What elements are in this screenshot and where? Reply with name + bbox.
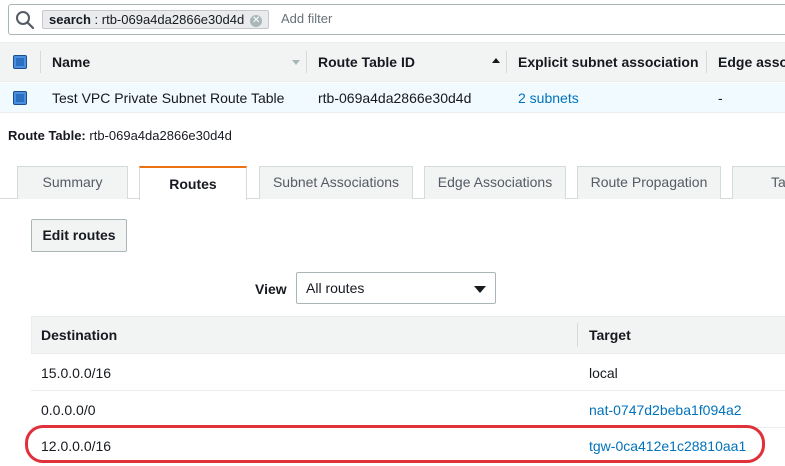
column-divider[interactable] xyxy=(706,51,707,73)
routes-table-header xyxy=(31,316,785,354)
row-edge: - xyxy=(718,90,723,106)
tab-subnet-associations[interactable]: Subnet Associations xyxy=(259,166,413,199)
column-divider[interactable] xyxy=(40,51,41,73)
search-filter-token[interactable]: search : rtb-069a4da2866e30d4d ✕ xyxy=(42,10,270,29)
column-header-explicit-subnet[interactable]: Explicit subnet association xyxy=(518,42,698,82)
column-header-target: Target xyxy=(589,327,631,343)
chevron-down-icon[interactable] xyxy=(474,286,486,293)
view-select[interactable]: All routes xyxy=(296,272,496,304)
column-divider[interactable] xyxy=(306,51,307,73)
column-header-name[interactable]: Name xyxy=(52,42,282,82)
add-filter-input[interactable]: Add filter xyxy=(281,11,332,26)
edit-routes-button[interactable]: Edit routes xyxy=(31,219,127,252)
row-route-table-id: rtb-069a4da2866e30d4d xyxy=(318,90,472,106)
route-destination: 0.0.0.0/0 xyxy=(41,402,96,418)
route-table-heading: Route Table: rtb-069a4da2866e30d4d xyxy=(8,128,232,143)
row-name: Test VPC Private Subnet Route Table xyxy=(52,90,285,106)
sort-ascending-icon[interactable] xyxy=(492,58,500,63)
table-row xyxy=(31,355,785,391)
tab-routes[interactable]: Routes xyxy=(139,166,247,200)
column-header-route-table-id[interactable]: Route Table ID xyxy=(318,42,488,82)
remove-token-icon[interactable]: ✕ xyxy=(250,14,263,27)
route-destination: 15.0.0.0/16 xyxy=(41,365,112,381)
highlight-annotation xyxy=(25,425,765,463)
row-checkbox[interactable] xyxy=(13,91,27,105)
tab-route-propagation[interactable]: Route Propagation xyxy=(577,166,721,199)
token-key: search xyxy=(49,12,91,27)
view-label: View xyxy=(255,281,287,297)
tab-summary[interactable]: Summary xyxy=(17,166,128,199)
column-divider[interactable] xyxy=(506,51,507,73)
row-subnets-link[interactable]: 2 subnets xyxy=(518,83,579,113)
column-divider[interactable] xyxy=(577,323,578,347)
token-value: rtb-069a4da2866e30d4d xyxy=(101,12,245,27)
column-header-destination: Destination xyxy=(41,327,118,343)
route-target-link[interactable]: nat-0747d2beba1f094a2 xyxy=(589,392,742,428)
route-target: local xyxy=(589,365,618,381)
tab-tags[interactable]: Ta xyxy=(732,166,785,199)
select-all-checkbox[interactable] xyxy=(13,55,27,69)
sort-caret-icon[interactable] xyxy=(292,60,300,65)
search-icon[interactable] xyxy=(15,10,35,30)
tab-edge-associations[interactable]: Edge Associations xyxy=(424,166,566,199)
column-header-edge[interactable]: Edge asso xyxy=(718,42,785,82)
